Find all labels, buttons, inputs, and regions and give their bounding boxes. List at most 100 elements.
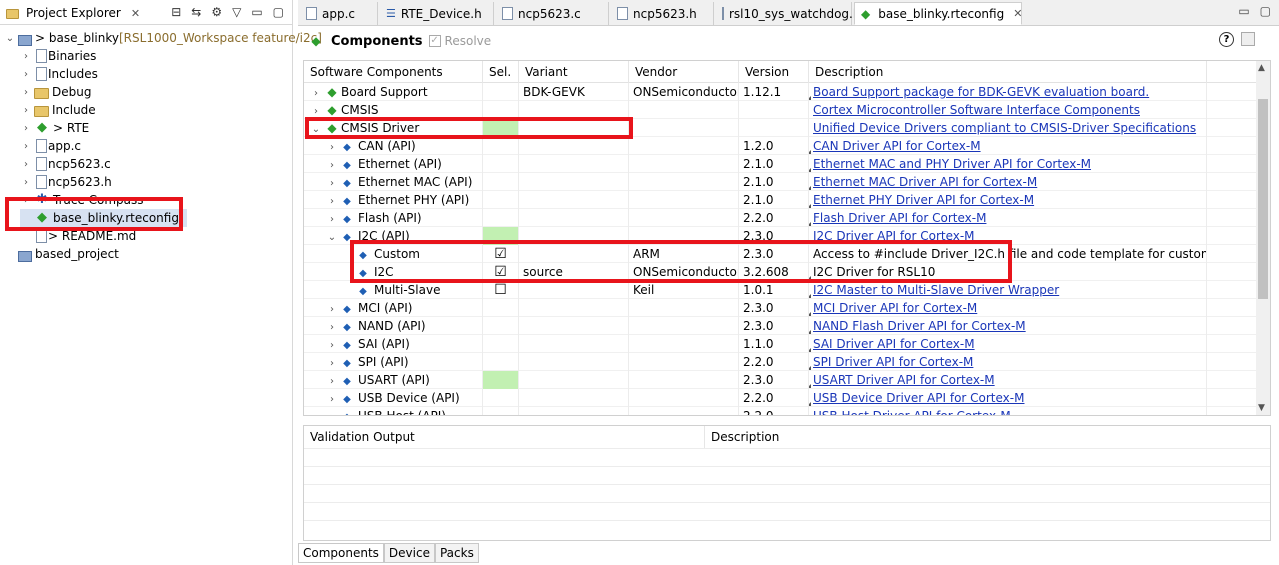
component-row[interactable]: › ◆ NAND (API) 2.3.0 NAND Flash Driver API f… [304, 317, 1270, 335]
expand-twisty-icon[interactable]: › [20, 69, 32, 80]
component-select-cell[interactable] [483, 191, 519, 209]
tree-item[interactable]: based_project [4, 245, 119, 263]
component-select-cell[interactable] [483, 353, 519, 371]
expand-twisty-icon[interactable]: › [326, 355, 338, 371]
expand-twisty-icon[interactable]: › [326, 301, 338, 317]
component-row[interactable]: › ◆ Flash (API) 2.2.0 Flash Driver API for C… [304, 209, 1270, 227]
component-select-cell[interactable] [483, 371, 519, 389]
expand-twisty-icon[interactable]: › [20, 87, 32, 98]
component-variant-cell[interactable]: BDK-GEVK [519, 83, 629, 101]
col-validation-output[interactable]: Validation Output [304, 426, 704, 448]
tree-item[interactable]: ⌄ > base_blinky [RSL1000_Workspace featur… [4, 29, 322, 47]
expand-twisty-icon[interactable]: › [20, 177, 32, 188]
tree-item[interactable]: › app.c [20, 137, 81, 155]
expand-twisty-icon[interactable]: › [20, 105, 32, 116]
component-row[interactable]: › ◆ USART (API) 2.3.0 USART Driver API for C… [304, 371, 1270, 389]
filter-icon[interactable]: ⚙ [211, 5, 222, 19]
component-row[interactable]: › ◆ Ethernet (API) 2.1.0 Ethernet MAC and PH… [304, 155, 1270, 173]
component-description-link[interactable]: SAI Driver API for Cortex-M [813, 337, 975, 351]
expand-twisty-icon[interactable]: › [326, 409, 338, 415]
component-variant-cell[interactable] [519, 317, 629, 335]
unchecked-checkbox[interactable]: ☐ [494, 282, 507, 298]
link-with-editor-icon[interactable]: ⇆ [191, 5, 201, 19]
component-select-cell[interactable] [483, 83, 519, 101]
expand-twisty-icon[interactable]: › [326, 211, 338, 227]
expand-twisty-icon[interactable]: › [326, 175, 338, 191]
collapse-all-icon[interactable]: ⊟ [171, 5, 181, 19]
component-description-link[interactable]: USB Device Driver API for Cortex-M [813, 391, 1024, 405]
component-row[interactable]: › ◆ MCI (API) 2.3.0 MCI Driver API for Corte… [304, 299, 1270, 317]
editor-tab[interactable]: ☰ RTE_Device.h [380, 2, 494, 25]
maximize-icon[interactable]: ▢ [1260, 4, 1271, 18]
component-select-cell[interactable] [483, 173, 519, 191]
component-variant-cell[interactable] [519, 371, 629, 389]
component-variant-cell[interactable] [519, 353, 629, 371]
expand-twisty-icon[interactable]: › [326, 391, 338, 407]
component-select-cell[interactable] [483, 137, 519, 155]
editor-tab[interactable]: app.c [300, 2, 378, 25]
view-menu-icon[interactable]: ▽ [232, 5, 241, 19]
component-select-cell[interactable] [483, 407, 519, 415]
component-description-link[interactable]: SPI Driver API for Cortex-M [813, 355, 973, 369]
component-description-link[interactable]: Ethernet PHY Driver API for Cortex-M [813, 193, 1034, 207]
component-variant-cell[interactable] [519, 281, 629, 299]
expand-twisty-icon[interactable]: › [326, 193, 338, 209]
component-description-link[interactable]: I2C Master to Multi-Slave Driver Wrapper [813, 283, 1059, 297]
component-row[interactable]: › ◆ Ethernet PHY (API) 2.1.0 Ethernet PHY Dr… [304, 191, 1270, 209]
component-variant-cell[interactable] [519, 209, 629, 227]
editor-tab[interactable]: ◆ base_blinky.rteconfig ✕ [854, 2, 1022, 25]
editor-tab[interactable]: ncp5623.h [611, 2, 714, 25]
component-description-link[interactable]: Ethernet MAC Driver API for Cortex-M [813, 175, 1037, 189]
component-description-link[interactable]: Cortex Microcontroller Software Interfac… [813, 103, 1140, 117]
tree-item[interactable]: › Binaries [20, 47, 96, 65]
component-variant-cell[interactable] [519, 299, 629, 317]
component-variant-cell[interactable] [519, 407, 629, 415]
col-sel[interactable]: Sel. [483, 61, 519, 83]
component-variant-cell[interactable] [519, 335, 629, 353]
help-icon[interactable]: ? [1219, 32, 1234, 47]
expand-twisty-icon[interactable]: › [310, 85, 322, 101]
component-description-link[interactable]: USART Driver API for Cortex-M [813, 373, 995, 387]
component-description-link[interactable]: CAN Driver API for Cortex-M [813, 139, 981, 153]
component-description-link[interactable]: USB Host Driver API for Cortex-M [813, 409, 1011, 415]
scroll-up-icon[interactable]: ▲ [1258, 63, 1265, 73]
project-explorer-tab[interactable]: Project Explorer ✕ [4, 4, 140, 22]
resolve-button[interactable]: ✓ Resolve [428, 34, 491, 48]
component-select-cell[interactable] [483, 155, 519, 173]
component-select-cell[interactable] [483, 335, 519, 353]
col-software-components[interactable]: Software Components [304, 61, 483, 83]
expand-twisty-icon[interactable]: › [20, 159, 32, 170]
component-description-link[interactable]: MCI Driver API for Cortex-M [813, 301, 977, 315]
component-description-link[interactable]: NAND Flash Driver API for Cortex-M [813, 319, 1026, 333]
expand-twisty-icon[interactable]: ⌄ [326, 229, 338, 245]
component-row[interactable]: › ◆ Board Support BDK-GEVK ONSemiconductor 1.… [304, 83, 1270, 101]
component-description-link[interactable]: Board Support package for BDK-GEVK evalu… [813, 85, 1149, 99]
tree-item[interactable]: › Include [20, 101, 96, 119]
component-variant-cell[interactable] [519, 389, 629, 407]
component-row[interactable]: ◆ Multi-Slave ☐ Keil 1.0.1 I2C Master to Mult… [304, 281, 1270, 299]
component-description-link[interactable]: Unified Device Drivers compliant to CMSI… [813, 121, 1196, 135]
component-row[interactable]: › ◆ Ethernet MAC (API) 2.1.0 Ethernet MAC Dr… [304, 173, 1270, 191]
component-variant-cell[interactable] [519, 155, 629, 173]
col-version[interactable]: Version [739, 61, 809, 83]
scrollbar-thumb[interactable] [1258, 99, 1268, 299]
tab-components[interactable]: Components [298, 543, 384, 563]
component-row[interactable]: › ◆ SAI (API) 1.1.0 SAI Driver API for Corte… [304, 335, 1270, 353]
minimize-icon[interactable]: ▭ [251, 5, 262, 19]
expand-twisty-icon[interactable]: › [20, 141, 32, 152]
component-row[interactable]: › ◆ CAN (API) 1.2.0 CAN Driver API for Corte… [304, 137, 1270, 155]
component-select-cell[interactable] [483, 209, 519, 227]
close-icon[interactable]: ✕ [131, 7, 140, 20]
component-variant-cell[interactable] [519, 173, 629, 191]
tab-device[interactable]: Device [383, 543, 435, 563]
minimize-icon[interactable]: ▭ [1238, 4, 1249, 18]
component-variant-cell[interactable] [519, 137, 629, 155]
component-variant-cell[interactable] [519, 191, 629, 209]
grid-scrollbar[interactable]: ▲ ▼ [1256, 61, 1270, 415]
tree-item[interactable]: › Debug [20, 83, 91, 101]
component-row[interactable]: › ◆ USB Device (API) 2.2.0 USB Device Driver… [304, 389, 1270, 407]
editor-tab[interactable]: ncp5623.c [496, 2, 609, 25]
col-variant[interactable]: Variant [519, 61, 629, 83]
expand-twisty-icon[interactable]: ⌄ [4, 33, 16, 44]
component-select-cell[interactable] [483, 389, 519, 407]
